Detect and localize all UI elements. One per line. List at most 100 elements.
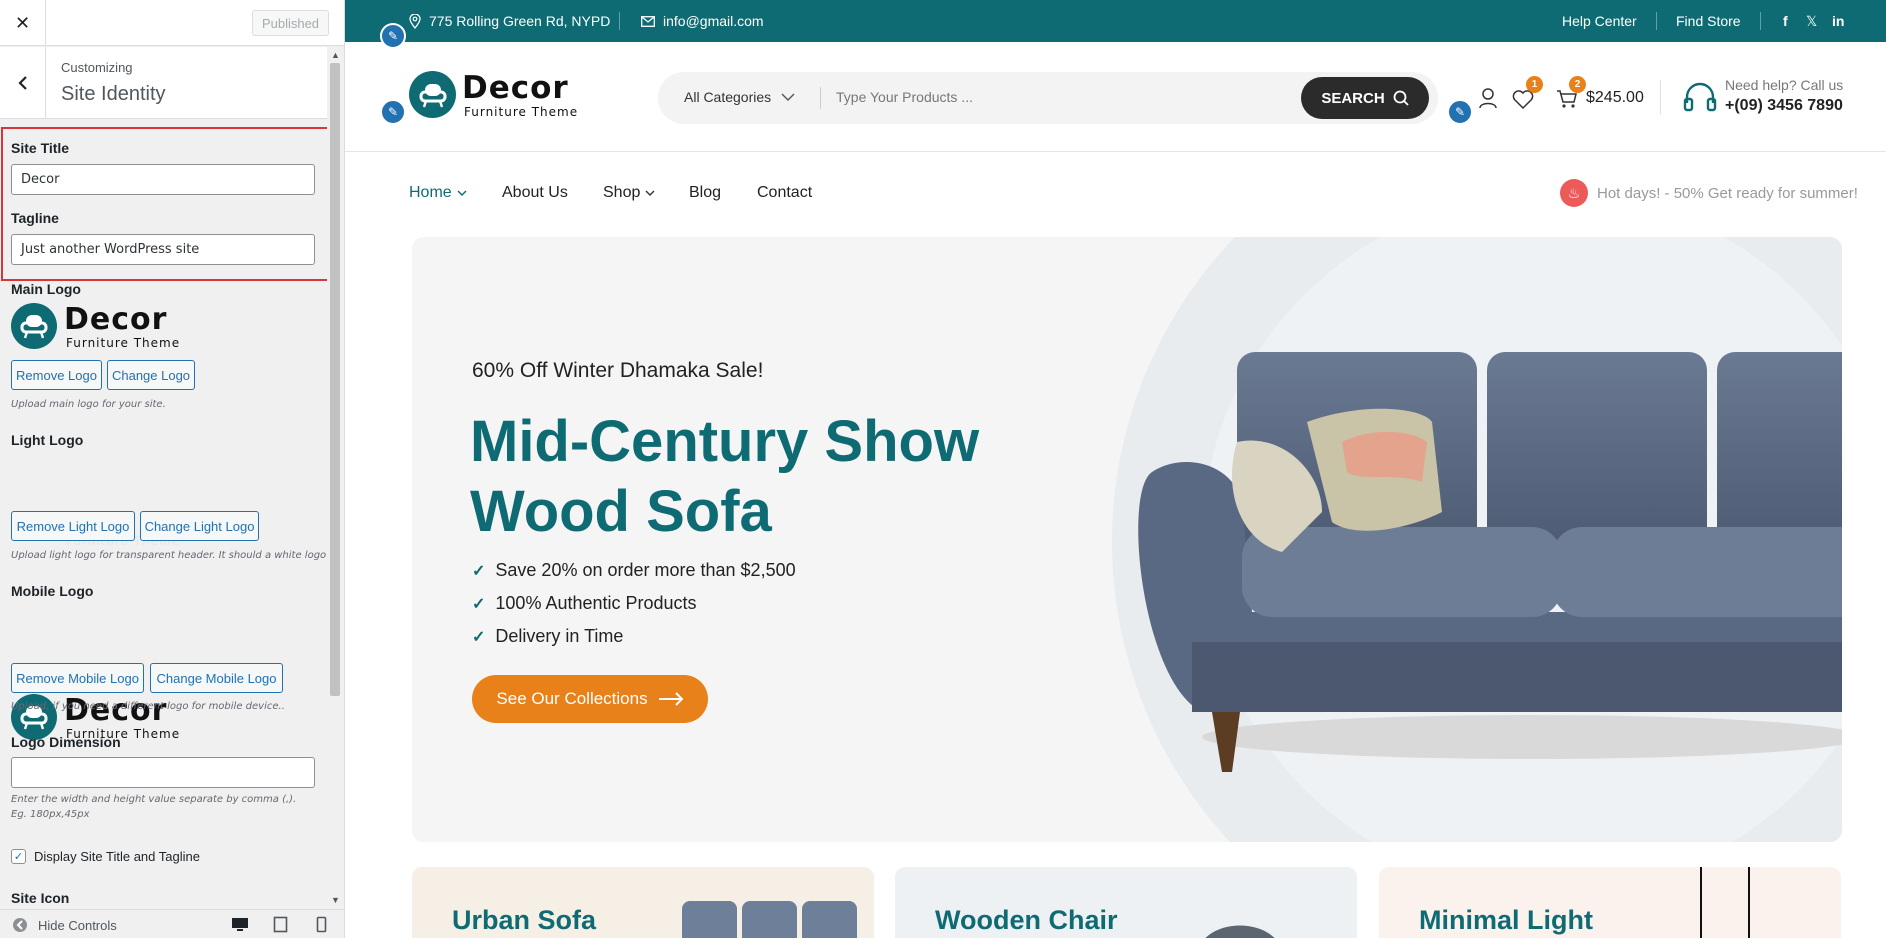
customizer-footer: Hide Controls (0, 909, 344, 938)
mobile-preview-icon[interactable] (316, 916, 327, 933)
search-input[interactable]: Type Your Products ... (836, 89, 973, 105)
tablet-preview-icon[interactable] (273, 916, 288, 933)
sofa-image (1138, 352, 1842, 772)
scroll-down-icon[interactable]: ▼ (331, 895, 340, 905)
promo-text: Hot days! - 50% Get ready for summer! (1597, 184, 1858, 202)
location-pin-icon (409, 13, 421, 29)
user-icon[interactable] (1478, 87, 1498, 109)
tagline-label: Tagline (11, 210, 59, 226)
category-card-title: Minimal Light (1419, 905, 1593, 935)
section-header: Customizing Site Identity (0, 47, 327, 119)
feature-text: Delivery in Time (495, 626, 624, 646)
help-center-link[interactable]: Help Center (1562, 13, 1637, 29)
scrollbar-thumb[interactable] (330, 63, 340, 696)
nav-item-label: About Us (502, 184, 568, 201)
logo-subtitle: Furniture Theme (464, 105, 579, 119)
cart-total[interactable]: $245.00 (1586, 89, 1644, 107)
tagline-input[interactable]: Just another WordPress site (11, 234, 315, 265)
sofa-thumbnail (682, 901, 857, 938)
top-bar: 775 Rolling Green Rd, NYPD info@gmail.co… (345, 0, 1886, 42)
check-icon: ✓ (472, 628, 486, 646)
scroll-up-icon[interactable]: ▲ (331, 50, 340, 60)
nav-item-label: Home (409, 184, 452, 201)
help-text: Need help? Call us (1725, 77, 1844, 93)
address-text: 775 Rolling Green Rd, NYPD (429, 13, 611, 29)
category-card[interactable]: Urban Sofa (412, 867, 874, 938)
logo-subtitle: Furniture Theme (66, 336, 181, 350)
x-twitter-icon[interactable]: 𝕏 (1806, 13, 1817, 30)
armchair-icon (11, 303, 57, 349)
change-light-logo-button[interactable]: Change Light Logo (140, 511, 259, 541)
mobile-logo-description: Upload, if you need a different logo for… (11, 701, 285, 712)
section-title: Site Identity (61, 83, 166, 105)
nav-item-label: Shop (603, 184, 641, 201)
category-select[interactable]: All Categories (684, 89, 795, 105)
remove-logo-button[interactable]: Remove Logo (11, 360, 102, 390)
feature-text: Save 20% on order more than $2,500 (495, 560, 796, 580)
customizing-label: Customizing (61, 60, 133, 75)
edit-shortcut-pencil-icon[interactable]: ✎ (1447, 99, 1473, 125)
divider (619, 12, 620, 30)
cart-count-badge: 2 (1569, 76, 1586, 93)
display-title-checkbox[interactable]: ✓ (11, 849, 26, 864)
panel-scrollbar[interactable]: ▲ ▼ (327, 47, 344, 909)
nav-item-about-us[interactable]: About Us (502, 184, 568, 202)
see-collections-button[interactable]: See Our Collections (472, 675, 708, 723)
logo-dimension-input[interactable] (11, 757, 315, 788)
category-card[interactable]: Wooden Chair (895, 867, 1357, 938)
facebook-icon[interactable]: f (1783, 13, 1788, 29)
logo-name: Decor (462, 70, 569, 106)
back-button[interactable] (0, 47, 46, 119)
email-text: info@gmail.com (663, 13, 764, 29)
collapse-icon (13, 918, 27, 932)
site-title-input[interactable]: Decor (11, 164, 315, 195)
remove-mobile-logo-button[interactable]: Remove Mobile Logo (11, 663, 144, 693)
mail-icon (641, 15, 655, 27)
search-button[interactable]: SEARCH (1301, 77, 1429, 119)
chevron-down-icon (645, 190, 655, 196)
light-logo-label: Light Logo (11, 432, 84, 448)
light-logo-description: Upload light logo for transparent header… (11, 550, 327, 561)
edit-shortcut-pencil-icon[interactable]: ✎ (380, 99, 406, 125)
published-button[interactable]: Published (252, 10, 329, 36)
hero-feature: ✓ Save 20% on order more than $2,500 (472, 560, 796, 581)
desktop-preview-icon[interactable] (231, 917, 249, 932)
site-title-label: Site Title (11, 140, 70, 156)
nav-item-label: Blog (689, 184, 722, 201)
site-icon-label: Site Icon (11, 890, 70, 906)
email-item[interactable]: info@gmail.com (641, 13, 764, 29)
category-card[interactable]: Minimal Light (1379, 867, 1841, 938)
hero-title: Mid-Century Show Wood Sofa (470, 409, 980, 544)
logo-dimension-description: Enter the width and height value separat… (11, 794, 297, 820)
linkedin-icon[interactable]: in (1832, 13, 1844, 29)
hero-feature: ✓ 100% Authentic Products (472, 593, 697, 614)
chevron-left-icon (17, 76, 27, 90)
change-mobile-logo-button[interactable]: Change Mobile Logo (150, 663, 283, 693)
hero-subtitle: 60% Off Winter Dhamaka Sale! (472, 359, 764, 382)
divider (1660, 80, 1661, 114)
nav-item-contact[interactable]: Contact (757, 184, 812, 202)
nav-item-home[interactable]: Home (409, 184, 467, 202)
hide-controls-button[interactable]: Hide Controls (12, 917, 117, 933)
promo-banner: ♨ Hot days! - 50% Get ready for summer! (1560, 179, 1858, 207)
close-icon[interactable]: ✕ (0, 0, 46, 46)
search-icon (1393, 90, 1409, 106)
main-header: Decor Furniture Theme ✎ All Categories T… (345, 42, 1886, 152)
hero-feature: ✓ Delivery in Time (472, 626, 623, 647)
display-title-label: Display Site Title and Tagline (34, 849, 200, 864)
armchair-icon (409, 71, 456, 118)
site-preview: 775 Rolling Green Rd, NYPD info@gmail.co… (345, 0, 1886, 938)
customizer-top-bar: ✕ Published (0, 0, 344, 46)
search-bar: All Categories Type Your Products ... SE… (658, 72, 1438, 124)
help-phone[interactable]: +(09) 3456 7890 (1725, 97, 1843, 115)
remove-light-logo-button[interactable]: Remove Light Logo (11, 511, 135, 541)
change-logo-button[interactable]: Change Logo (107, 360, 195, 390)
nav-item-blog[interactable]: Blog (689, 184, 721, 202)
nav-item-shop[interactable]: Shop (603, 184, 655, 202)
mobile-logo-label: Mobile Logo (11, 583, 94, 599)
logo-name: Decor (64, 302, 168, 337)
fire-icon: ♨ (1560, 179, 1588, 207)
site-logo[interactable]: Decor Furniture Theme (409, 71, 589, 121)
category-card-title: Urban Sofa (452, 905, 597, 935)
find-store-link[interactable]: Find Store (1676, 13, 1741, 29)
